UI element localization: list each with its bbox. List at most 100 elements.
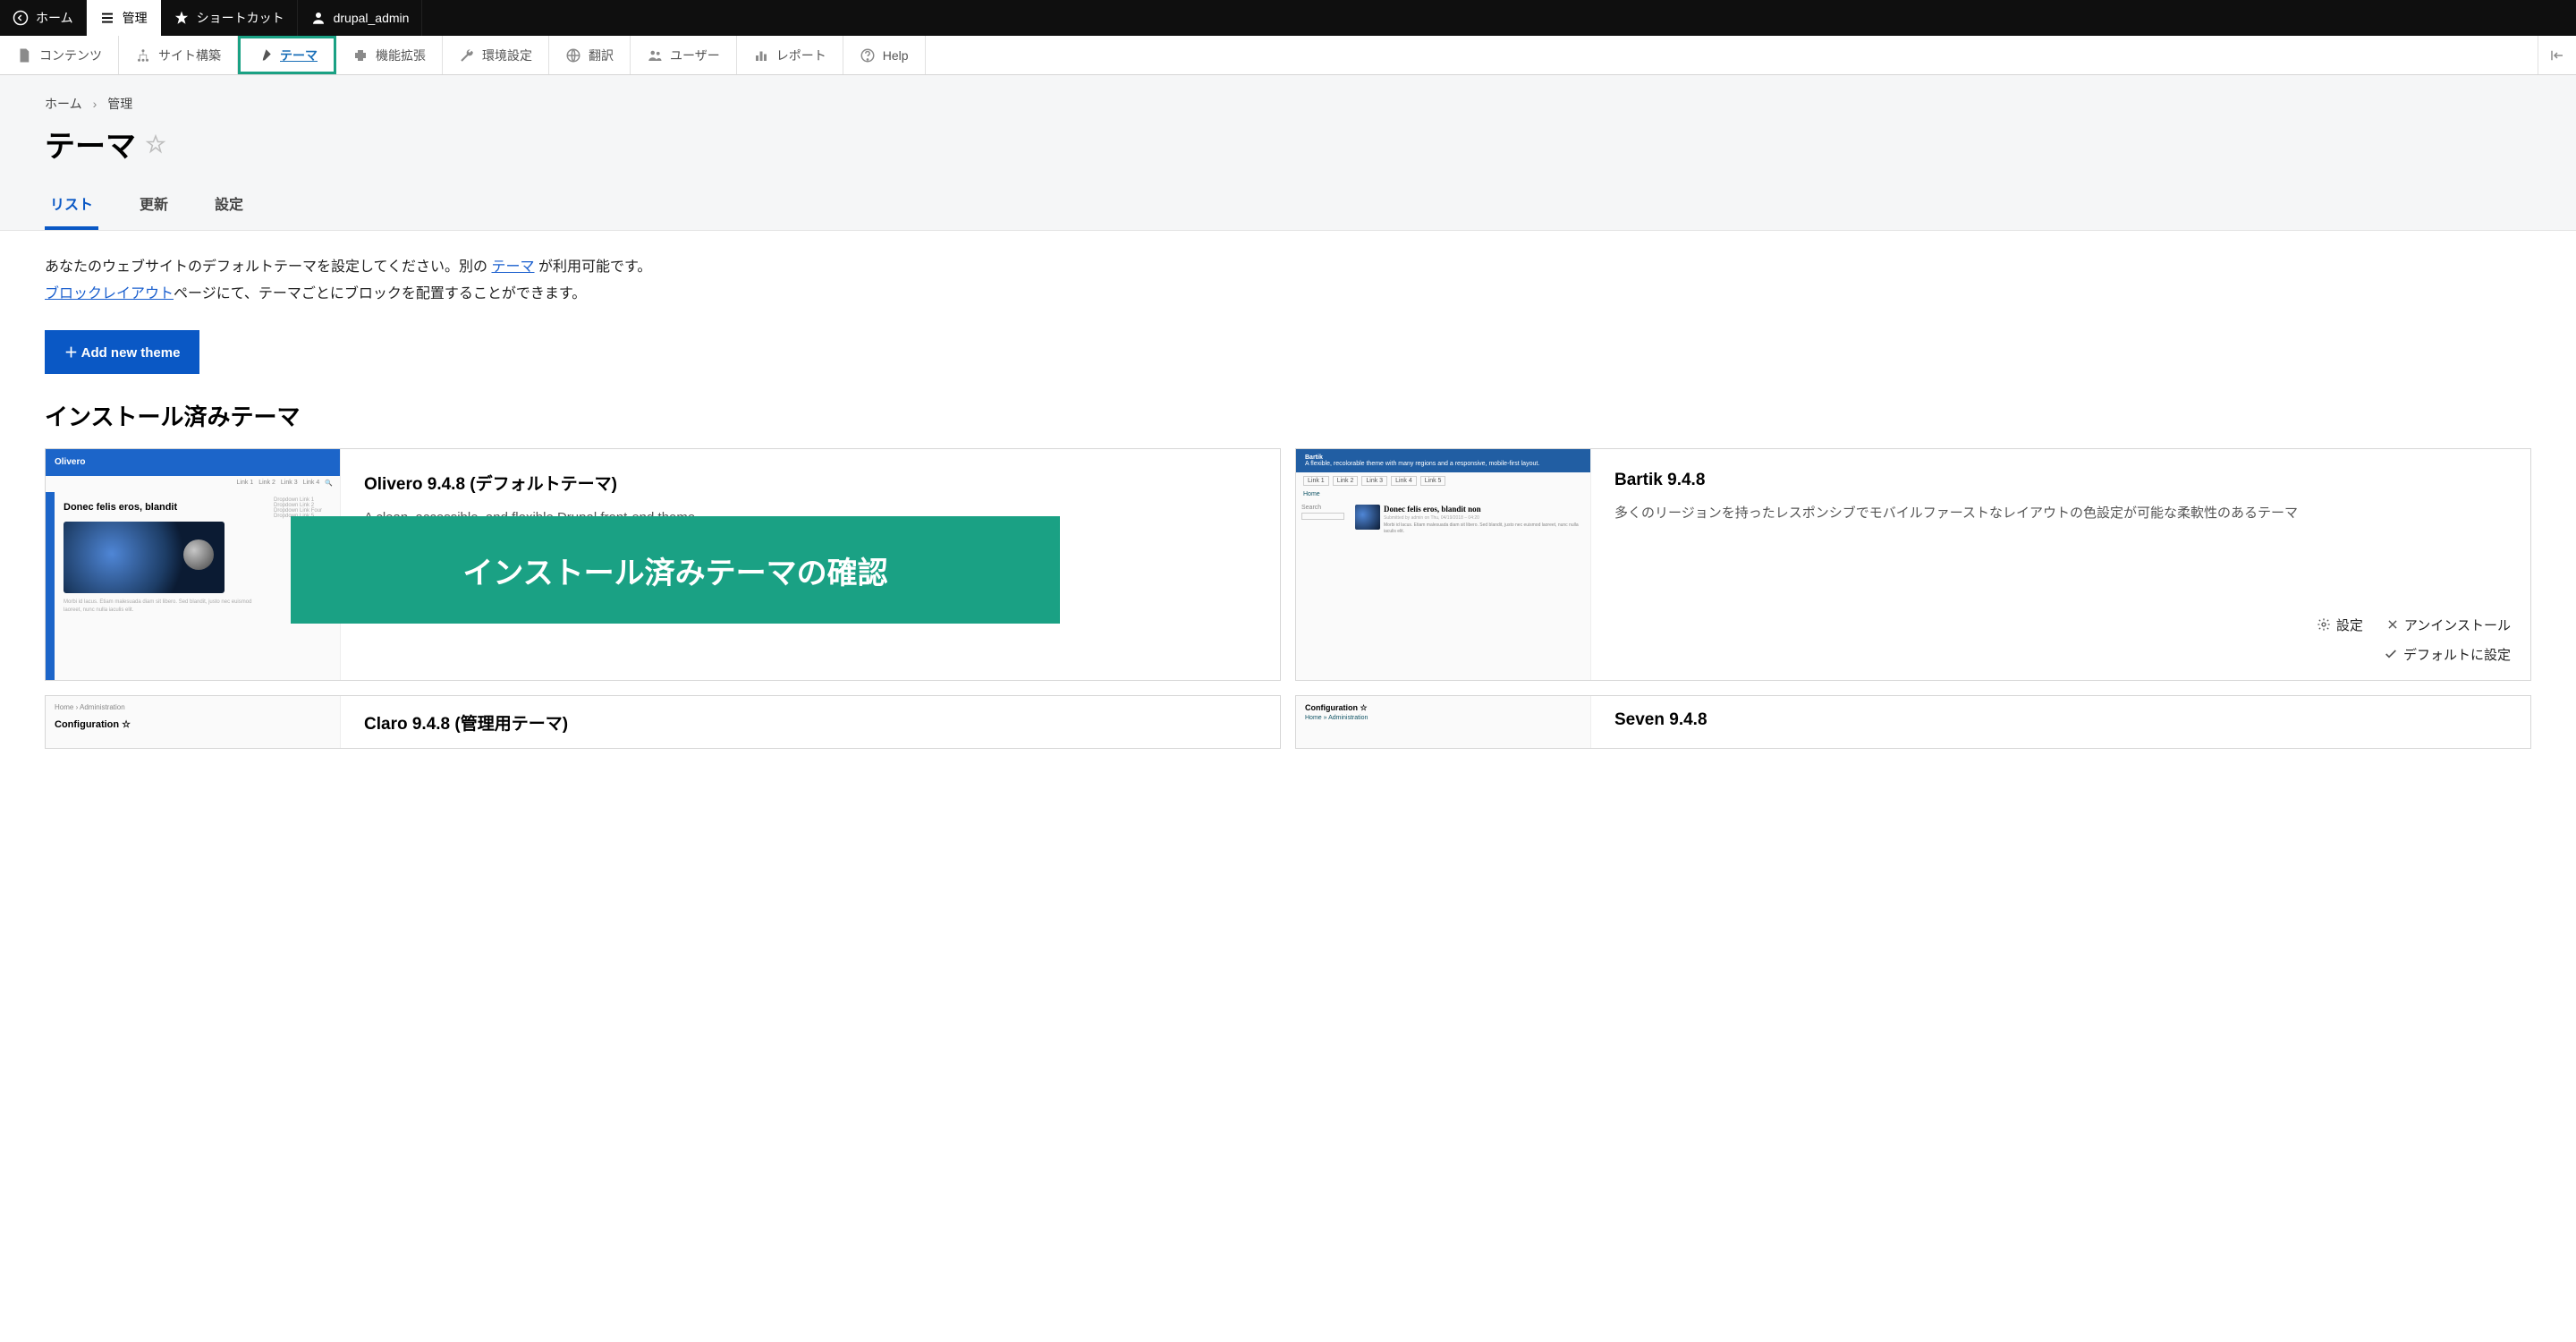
menu-label: ユーザー: [670, 47, 720, 64]
admin-menu: コンテンツ サイト構築 テーマ 機能拡張 環境設定 翻訳 ユーザー レポート H…: [0, 36, 2576, 75]
toolbar-manage-label: 管理: [123, 9, 148, 27]
menu-label: テーマ: [280, 47, 318, 64]
thumb-image: [64, 522, 225, 593]
globe-icon: [565, 47, 581, 64]
menu-label: Help: [883, 48, 909, 63]
theme-thumbnail: Home › Administration Configuration ☆: [46, 696, 341, 748]
menu-label: 翻訳: [589, 47, 614, 64]
theme-card-seven: Configuration ☆ Home » Administration Se…: [1295, 695, 2531, 749]
action-settings[interactable]: 設定: [2317, 616, 2363, 634]
themes-link[interactable]: テーマ: [492, 259, 535, 275]
thumb-home: Home: [1296, 489, 1590, 499]
check-icon: [2384, 647, 2398, 661]
close-icon: [2386, 618, 2399, 631]
label: アンインストール: [2404, 616, 2511, 634]
tab-update[interactable]: 更新: [134, 192, 174, 230]
menu-configuration[interactable]: 環境設定: [443, 36, 549, 74]
page-header: ホーム › 管理 テーマ リスト 更新 設定: [0, 75, 2576, 231]
tab-list[interactable]: リスト: [45, 192, 98, 230]
toolbar-shortcuts[interactable]: ショートカット: [161, 0, 298, 36]
annotation-overlay: インストール済みテーマの確認: [291, 516, 1060, 624]
breadcrumb-home[interactable]: ホーム: [45, 95, 82, 113]
overlay-text: インストール済みテーマの確認: [462, 548, 887, 592]
menu-extend[interactable]: 機能拡張: [336, 36, 443, 74]
menu-appearance[interactable]: テーマ: [238, 36, 336, 74]
favorite-star-icon[interactable]: [145, 133, 166, 155]
toolbar-home-label: ホーム: [36, 9, 73, 27]
theme-thumbnail: Bartik A flexible, recolorable theme wit…: [1296, 449, 1591, 680]
toolbar-user[interactable]: drupal_admin: [298, 0, 423, 36]
menu-label: コンテンツ: [39, 47, 102, 64]
page-title: テーマ: [45, 122, 2531, 166]
hierarchy-icon: [135, 47, 151, 64]
thumb-title: Configuration ☆: [1305, 703, 1581, 713]
toolbar-shortcuts-label: ショートカット: [197, 9, 284, 27]
breadcrumb-sep: ›: [93, 97, 97, 111]
toolbar-manage[interactable]: 管理: [87, 0, 161, 36]
description-line1: あなたのウェブサイトのデフォルトテーマを設定してください。別の テーマ が利用可…: [45, 254, 2531, 281]
thumb-breadcrumb: Home » Administration: [1305, 715, 1581, 721]
menu-structure[interactable]: サイト構築: [119, 36, 238, 74]
theme-card-bartik: Bartik A flexible, recolorable theme wit…: [1295, 448, 2531, 681]
action-uninstall[interactable]: アンインストール: [2386, 616, 2511, 634]
menu-label: 環境設定: [482, 47, 532, 64]
action-set-default[interactable]: デフォルトに設定: [2384, 645, 2511, 664]
hamburger-icon: [99, 10, 115, 26]
thumb-nav: Link 1Link 2Link 3Link 4🔍: [46, 476, 340, 492]
user-icon: [310, 10, 326, 26]
thumb-tabs: Link 1Link 2Link 3Link 4Link 5: [1296, 472, 1590, 489]
toolbar-user-label: drupal_admin: [334, 11, 410, 25]
menu-help[interactable]: Help: [843, 36, 926, 74]
collapse-icon: [2549, 47, 2565, 64]
spacer: [926, 36, 2538, 74]
page-title-text: テーマ: [45, 122, 136, 166]
thumb-logo: Olivero: [46, 449, 340, 476]
puzzle-icon: [352, 47, 369, 64]
theme-card-claro: Home › Administration Configuration ☆ Cl…: [45, 695, 1281, 749]
breadcrumb-manage[interactable]: 管理: [107, 95, 132, 113]
text: あなたのウェブサイトのデフォルトテーマを設定してください。別の: [45, 259, 492, 275]
chart-icon: [753, 47, 769, 64]
thumb-header: Bartik A flexible, recolorable theme wit…: [1296, 449, 1590, 472]
menu-label: レポート: [776, 47, 826, 64]
paintbrush-icon: [257, 47, 273, 64]
menu-label: 機能拡張: [376, 47, 426, 64]
text: ページにて、テーマごとにブロックを配置することができます。: [174, 286, 586, 302]
help-icon: [860, 47, 876, 64]
local-tabs: リスト 更新 設定: [45, 192, 2531, 230]
tab-settings[interactable]: 設定: [209, 192, 249, 230]
wrench-icon: [459, 47, 475, 64]
file-icon: [16, 47, 32, 64]
theme-name: Claro 9.4.8 (管理用テーマ): [364, 710, 1257, 735]
thumb-headline: Donec felis eros, blandit: [64, 501, 259, 514]
block-layout-link[interactable]: ブロックレイアウト: [45, 286, 174, 302]
back-icon: [13, 10, 29, 26]
thumb-title: Configuration ☆: [46, 718, 340, 730]
theme-name: Bartik 9.4.8: [1614, 471, 2507, 490]
thumb-breadcrumb: Home › Administration: [46, 696, 340, 718]
description-line2: ブロックレイアウトページにて、テーマごとにブロックを配置することができます。: [45, 281, 2531, 308]
toolbar-home[interactable]: ホーム: [0, 0, 87, 36]
menu-content[interactable]: コンテンツ: [0, 36, 119, 74]
star-icon: [174, 10, 190, 26]
theme-name: Seven 9.4.8: [1614, 710, 2507, 730]
theme-summary: 多くのリージョンを持ったレスポンシブでモバイルファーストなレイアウトの色設定が可…: [1614, 503, 2507, 524]
add-new-theme-button[interactable]: ＋ Add new theme: [45, 330, 199, 374]
collapse-toolbar[interactable]: [2538, 36, 2576, 74]
label: デフォルトに設定: [2403, 645, 2511, 664]
theme-name: Olivero 9.4.8 (デフォルトテーマ): [364, 471, 1257, 495]
menu-people[interactable]: ユーザー: [631, 36, 737, 74]
label: 設定: [2336, 616, 2363, 634]
menu-reports[interactable]: レポート: [737, 36, 843, 74]
theme-thumbnail: Configuration ☆ Home » Administration: [1296, 696, 1591, 748]
gear-icon: [2317, 617, 2331, 632]
text: が利用可能です。: [535, 259, 652, 275]
installed-themes-heading: インストール済みテーマ: [45, 399, 2531, 432]
users-icon: [647, 47, 663, 64]
theme-actions: 設定 アンインストール デフォルトに設定: [2317, 616, 2511, 664]
menu-translate[interactable]: 翻訳: [549, 36, 631, 74]
breadcrumb: ホーム › 管理: [45, 95, 2531, 113]
menu-label: サイト構築: [158, 47, 221, 64]
drupal-toolbar: ホーム 管理 ショートカット drupal_admin: [0, 0, 2576, 36]
main-content: あなたのウェブサイトのデフォルトテーマを設定してください。別の テーマ が利用可…: [0, 231, 2576, 772]
